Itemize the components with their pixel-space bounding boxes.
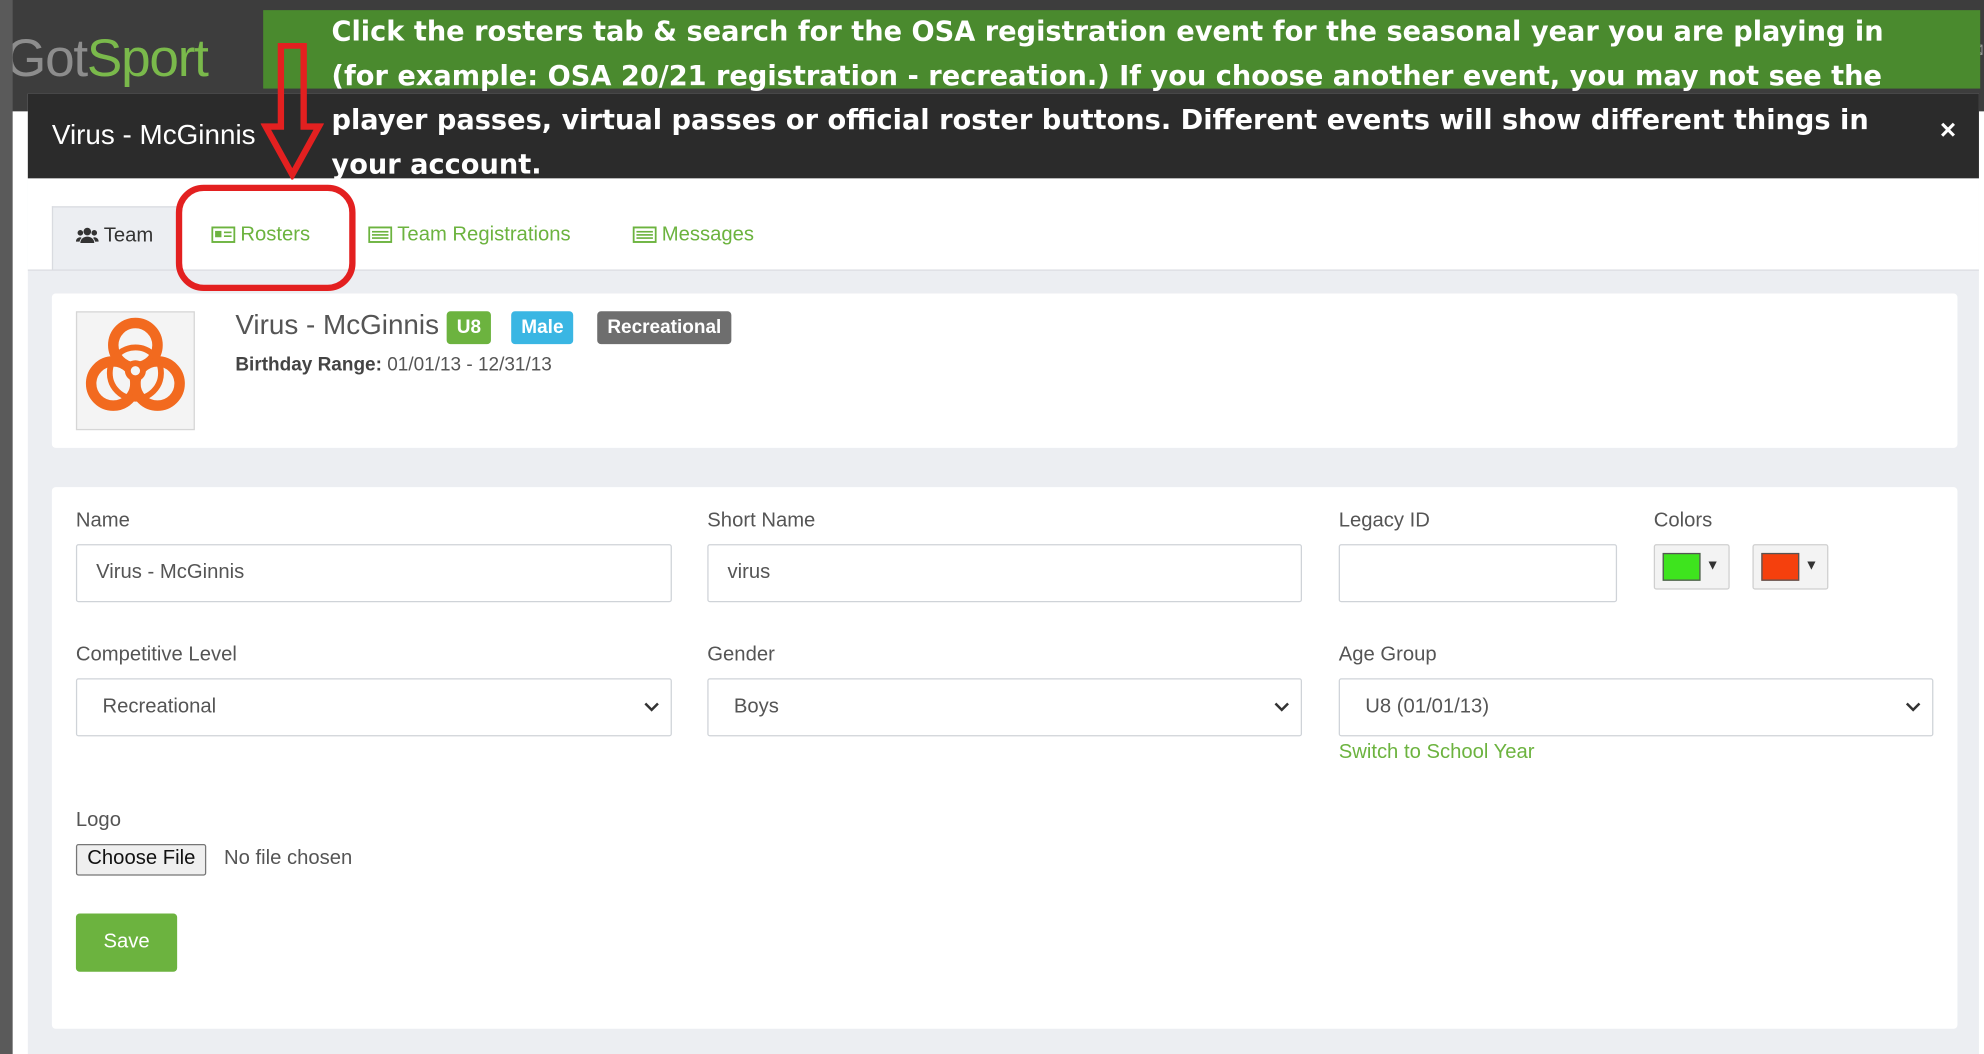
competitive-level-label: Competitive Level [75,644,237,666]
gender-label: Gender [707,644,775,666]
age-group-select[interactable]: U8 (01/01/13) [1338,678,1934,737]
no-file-text: No file chosen [223,847,353,870]
page-left-edge [0,0,13,1054]
level-badge: Recreational [597,311,732,345]
name-label: Name [75,509,130,532]
colors-label: Colors [1653,509,1713,532]
tab-team[interactable]: Team [51,206,178,270]
birthday-value: 01/01/13 - 12/31/13 [387,354,552,376]
red-arrow-annotation [260,43,324,180]
tab-team-registrations[interactable]: Team Registrations [345,206,593,269]
save-button[interactable]: Save [75,913,178,972]
instruction-line: your account. [331,149,542,181]
primary-color-swatch [1662,552,1701,581]
logo-label: Logo [75,809,121,832]
chevron-down-icon [1274,702,1289,712]
team-name: Virus - McGinnis [235,308,440,341]
choose-file-button[interactable]: Choose File [75,843,207,876]
tab-label: Team [103,225,154,247]
age-badge: U8 [446,311,492,345]
birthday-label: Birthday Range: [235,354,382,376]
select-value: U8 (01/01/13) [1365,695,1490,718]
team-form-card: Name Virus - McGinnis Short Name virus L… [51,487,1958,1029]
chevron-down-icon [644,702,659,712]
gender-badge: Male [511,311,574,345]
birthday-range: Birthday Range: 01/01/13 - 12/31/13 [235,354,552,376]
age-group-label: Age Group [1338,644,1437,666]
name-input[interactable]: Virus - McGinnis [75,544,672,603]
chevron-down-icon: ▼ [1705,557,1720,574]
list-icon [632,226,657,243]
rosters-highlight-circle [175,184,356,292]
instruction-line: (for example: OSA 20/21 registration - r… [331,60,1882,93]
users-icon [75,227,99,243]
gotsport-logo: GotSport [5,27,209,88]
chevron-down-icon: ▼ [1804,557,1819,574]
instruction-line: Click the rosters tab & search for the O… [331,16,1884,49]
switch-school-year-link[interactable]: Switch to School Year [1339,741,1535,764]
competitive-level-select[interactable]: Recreational [75,678,672,737]
gender-select[interactable]: Boys [707,678,1302,737]
select-value: Boys [733,695,779,718]
secondary-color-swatch [1761,552,1800,581]
modal-title: Virus - McGinnis [51,118,256,151]
tab-label: Messages [661,223,755,246]
team-info-card: Virus - McGinnis U8 Male Recreational Bi… [51,293,1958,448]
select-value: Recreational [102,695,217,718]
tab-messages[interactable]: Messages [610,206,777,269]
instruction-text: Click the rosters tab & search for the O… [332,10,1964,187]
team-logo [75,311,195,431]
tab-label: Team Registrations [397,223,571,246]
instruction-line: player passes, virtual passes or officia… [331,105,1869,137]
chevron-down-icon [1905,702,1921,712]
legacy-id-input[interactable] [1338,544,1618,603]
secondary-color-picker[interactable]: ▼ [1752,544,1829,590]
primary-color-picker[interactable]: ▼ [1653,544,1730,590]
biohazard-icon [85,317,185,411]
list-icon [368,226,393,243]
short-name-input[interactable]: virus [707,544,1302,603]
legacy-id-label: Legacy ID [1338,509,1430,532]
short-name-label: Short Name [707,509,816,532]
